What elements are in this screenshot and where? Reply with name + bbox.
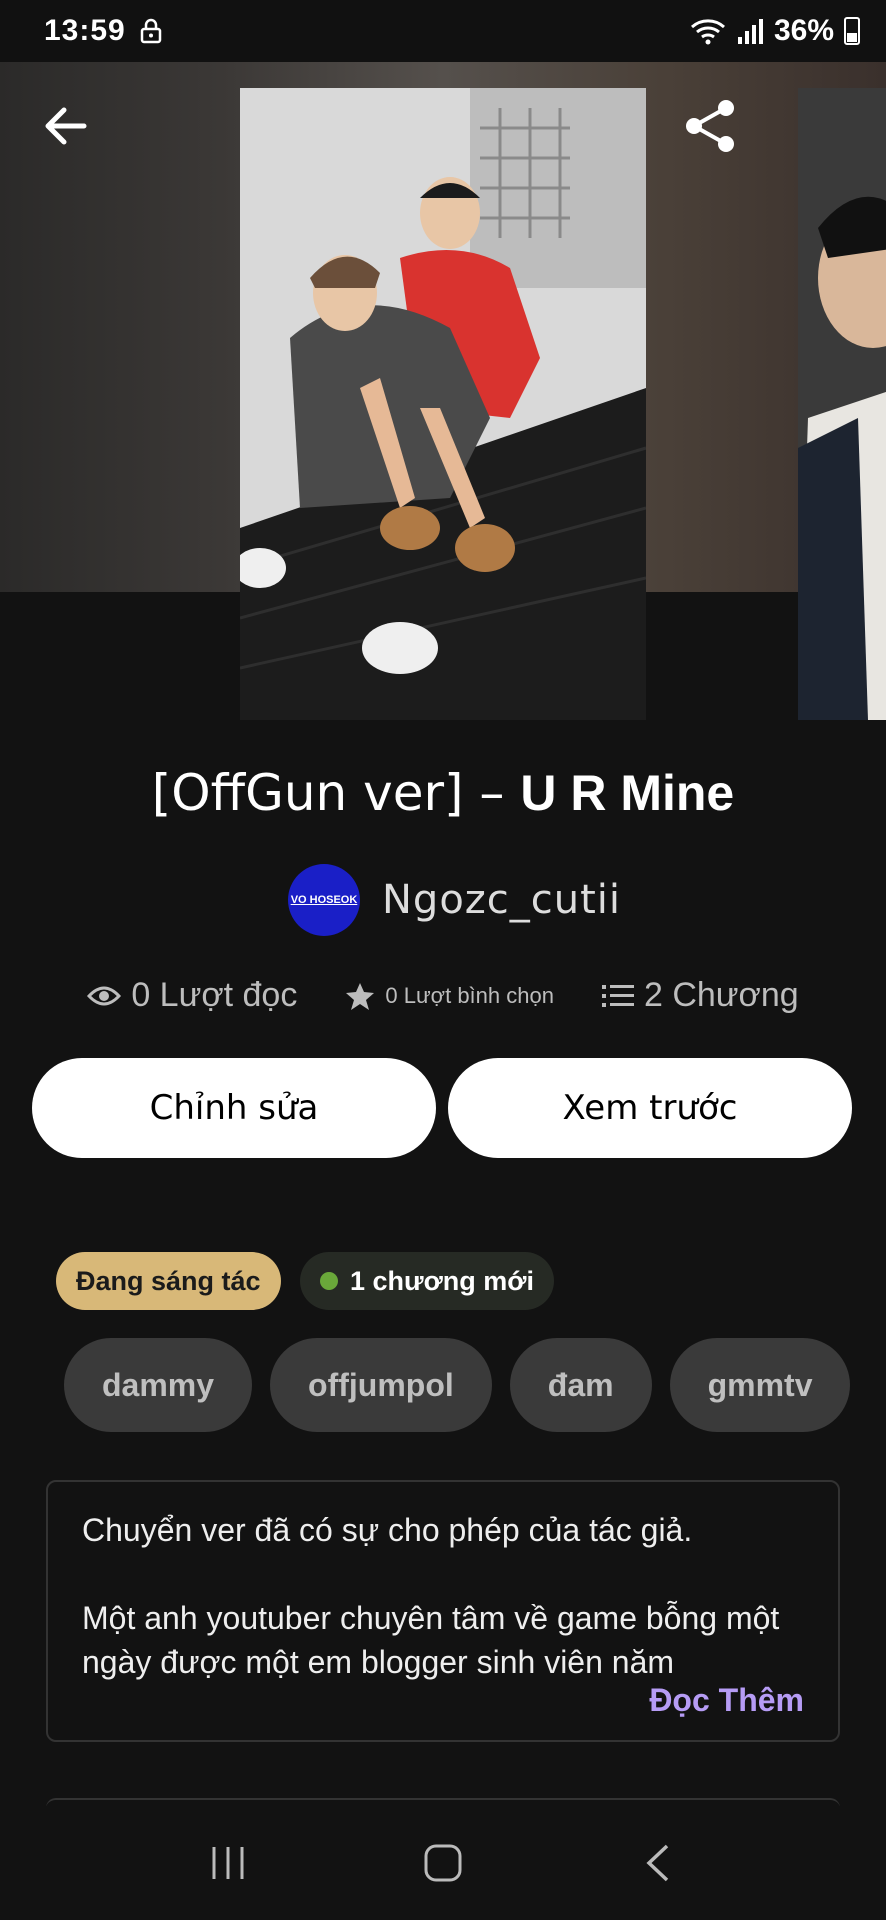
tag-chip[interactable]: gmmtv — [669, 1338, 850, 1432]
read-more-link[interactable]: Đọc Thêm — [649, 1678, 804, 1722]
votes-stat: 0 Lượt bình chọn — [345, 981, 554, 1011]
story-stats: 0 Lượt đọc 0 Lượt bình chọn 2 Chương — [0, 976, 886, 1015]
reads-count: 0 Lượt đọc — [131, 976, 298, 1014]
share-icon[interactable] — [680, 96, 740, 156]
new-chapter-badge: 1 chương mới — [300, 1252, 554, 1310]
story-description: Chuyển ver đã có sự cho phép của tác giả… — [46, 1480, 840, 1742]
author-name[interactable]: Ngozc_cutii — [382, 877, 621, 923]
home-button[interactable] — [413, 1833, 473, 1893]
signal-icon — [737, 19, 763, 44]
status-badge: Đang sáng tác — [56, 1252, 281, 1310]
eye-icon — [87, 986, 122, 1005]
edit-button[interactable]: Chỉnh sửa — [32, 1058, 436, 1158]
tag-chip[interactable]: đam — [509, 1338, 652, 1432]
back-arrow-icon[interactable] — [40, 100, 92, 152]
description-line-2: Một anh youtuber chuyên tâm về game bỗng… — [82, 1600, 780, 1680]
recent-apps-button[interactable] — [198, 1833, 258, 1893]
chapters-stat[interactable]: 2 Chương — [601, 976, 799, 1015]
preview-button[interactable]: Xem trước — [448, 1058, 852, 1158]
chapters-count: 2 Chương — [643, 976, 799, 1014]
battery-percent: 36% — [773, 14, 834, 47]
description-line-1: Chuyển ver đã có sự cho phép của tác giả… — [82, 1512, 693, 1548]
recent-apps-icon — [212, 1847, 244, 1879]
story-title-prefix: [OffGun ver] – — [151, 764, 521, 822]
tag-chip[interactable]: dammy — [64, 1338, 253, 1432]
tag-list: dammy offjumpol đam gmmtv — [64, 1338, 850, 1434]
author-avatar-text: VO HOSEOK — [290, 894, 358, 906]
new-chapter-label: 1 chương mới — [350, 1265, 534, 1296]
next-story-cover[interactable] — [798, 88, 886, 720]
wifi-icon — [690, 19, 725, 45]
author-row[interactable]: VO HOSEOK Ngozc_cutii — [288, 864, 621, 936]
system-nav-bar — [0, 1806, 886, 1920]
status-bar: 13:59 36% — [0, 0, 886, 62]
tag-chip[interactable]: offjumpol — [270, 1338, 492, 1432]
status-time: 13:59 — [44, 14, 126, 47]
home-icon — [424, 1844, 462, 1882]
list-icon — [601, 984, 634, 1007]
story-title-main: U R Mine — [520, 765, 735, 821]
author-avatar[interactable]: VO HOSEOK — [288, 864, 360, 936]
system-back-button[interactable] — [628, 1833, 688, 1893]
reads-stat: 0 Lượt đọc — [87, 976, 297, 1015]
chevron-left-icon — [646, 1844, 669, 1882]
star-icon — [346, 982, 375, 1010]
green-dot-icon — [320, 1272, 338, 1290]
votes-count: 0 Lượt bình chọn — [385, 982, 554, 1008]
battery-icon — [844, 17, 860, 45]
story-cover-image[interactable] — [240, 88, 646, 720]
story-title: [OffGun ver] – U R Mine — [0, 764, 886, 822]
lock-icon — [140, 18, 161, 44]
